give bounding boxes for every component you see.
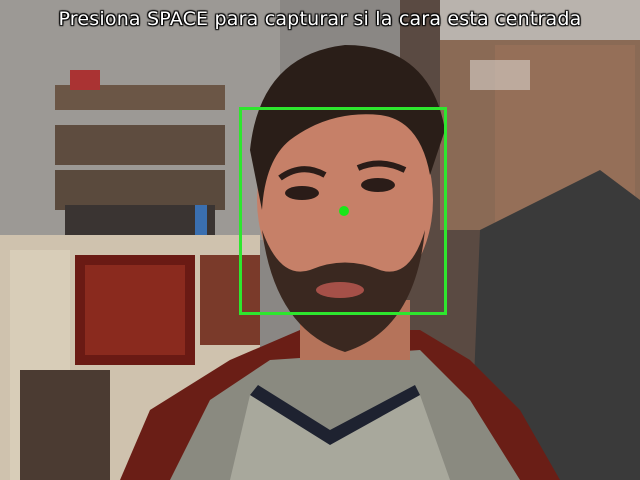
camera-frame: Presiona SPACE para capturar si la cara … (0, 0, 640, 480)
instruction-text: Presiona SPACE para capturar si la cara … (58, 8, 582, 30)
face-center-dot (339, 206, 349, 216)
